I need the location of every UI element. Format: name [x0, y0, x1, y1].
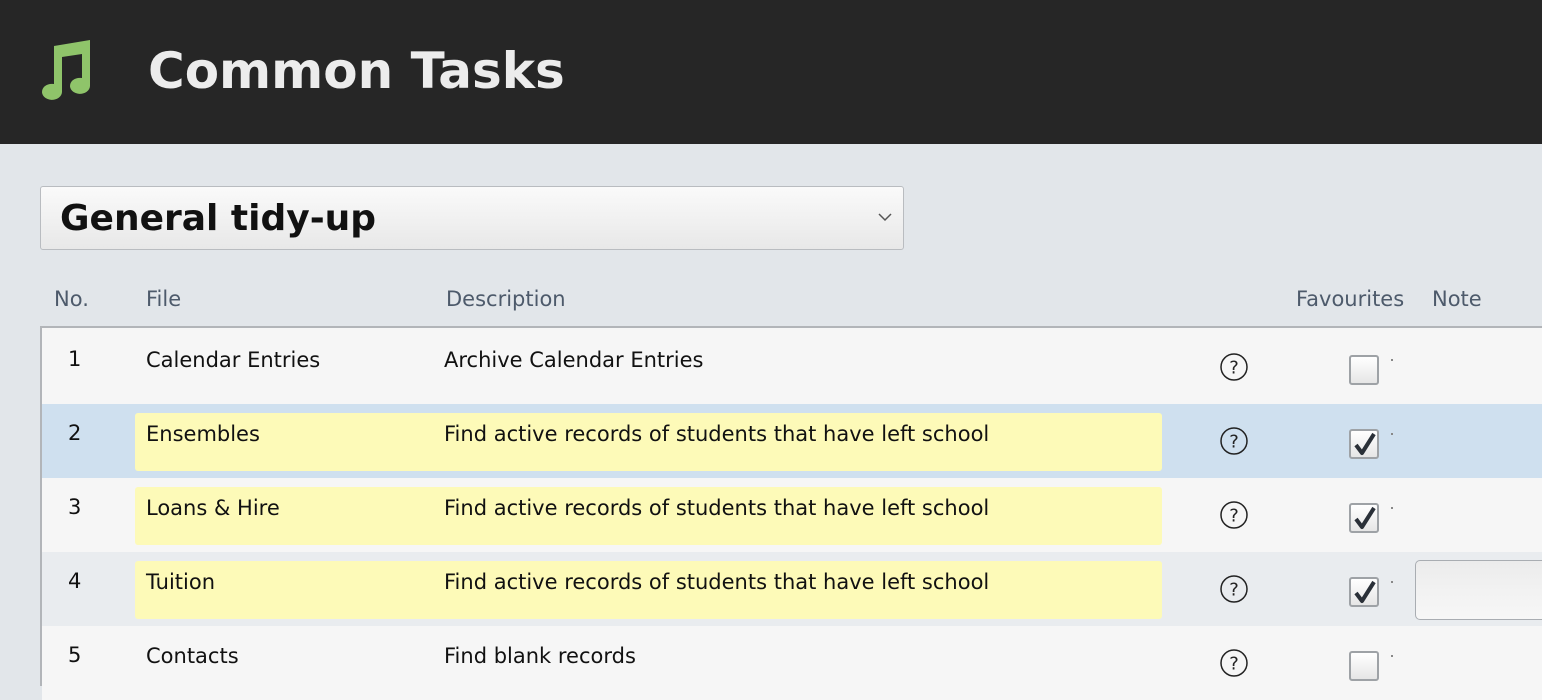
help-icon[interactable]: ? [1219, 426, 1249, 456]
column-header-no: No. [54, 287, 89, 311]
svg-text:?: ? [1229, 432, 1239, 453]
row-number: 1 [68, 347, 82, 371]
table-row[interactable]: 5 Contacts Find blank records ? [42, 626, 1542, 700]
column-header-description: Description [446, 287, 566, 311]
row-file[interactable]: Calendar Entries [146, 345, 320, 375]
column-header-note: Note [1432, 287, 1482, 311]
favourite-checkbox[interactable] [1349, 577, 1379, 607]
table-row[interactable]: 3 Loans & Hire Find active records of st… [42, 478, 1542, 552]
table-row[interactable]: 4 Tuition Find active records of student… [42, 552, 1542, 626]
divider-mark [1391, 581, 1393, 583]
divider-mark [1391, 359, 1393, 361]
row-file[interactable]: Contacts [146, 641, 239, 671]
favourite-checkbox[interactable] [1349, 429, 1379, 459]
note-field[interactable] [1415, 560, 1542, 620]
row-description[interactable]: Archive Calendar Entries [444, 345, 704, 375]
row-description[interactable]: Find active records of students that hav… [444, 493, 989, 523]
row-number: 4 [68, 569, 82, 593]
row-number: 5 [68, 643, 82, 667]
help-icon[interactable]: ? [1219, 648, 1249, 678]
svg-text:?: ? [1229, 506, 1239, 527]
chevron-down-icon [878, 213, 892, 222]
row-file[interactable]: Loans & Hire [146, 493, 280, 523]
help-icon[interactable]: ? [1219, 352, 1249, 382]
row-number: 3 [68, 495, 82, 519]
help-icon[interactable]: ? [1219, 574, 1249, 604]
row-description[interactable]: Find blank records [444, 641, 636, 671]
checkmark-icon [1354, 506, 1376, 529]
divider-mark [1391, 655, 1393, 657]
svg-text:?: ? [1229, 358, 1239, 379]
table-row[interactable]: 2 Ensembles Find active records of stude… [42, 404, 1542, 478]
page-title: Common Tasks [148, 42, 565, 100]
svg-text:?: ? [1229, 654, 1239, 675]
row-description[interactable]: Find active records of students that hav… [444, 567, 989, 597]
task-category-value: General tidy-up [60, 198, 377, 239]
checkmark-icon [1354, 432, 1376, 455]
favourite-checkbox[interactable] [1349, 503, 1379, 533]
row-number: 2 [68, 421, 82, 445]
svg-text:?: ? [1229, 580, 1239, 601]
table-row[interactable]: 1 Calendar Entries Archive Calendar Entr… [42, 330, 1542, 404]
tasks-table: 1 Calendar Entries Archive Calendar Entr… [40, 326, 1542, 700]
divider-mark [1391, 507, 1393, 509]
help-icon[interactable]: ? [1219, 500, 1249, 530]
row-description[interactable]: Find active records of students that hav… [444, 419, 989, 449]
favourite-checkbox[interactable] [1349, 651, 1379, 681]
music-note-icon [42, 40, 90, 100]
divider-mark [1391, 433, 1393, 435]
row-file[interactable]: Ensembles [146, 419, 260, 449]
column-header-file: File [146, 287, 182, 311]
app-header: Common Tasks [0, 0, 1542, 144]
task-category-select[interactable]: General tidy-up [40, 186, 904, 250]
favourite-checkbox[interactable] [1349, 355, 1379, 385]
row-file[interactable]: Tuition [146, 567, 215, 597]
checkmark-icon [1354, 580, 1376, 603]
column-header-favourites: Favourites [1296, 287, 1405, 311]
